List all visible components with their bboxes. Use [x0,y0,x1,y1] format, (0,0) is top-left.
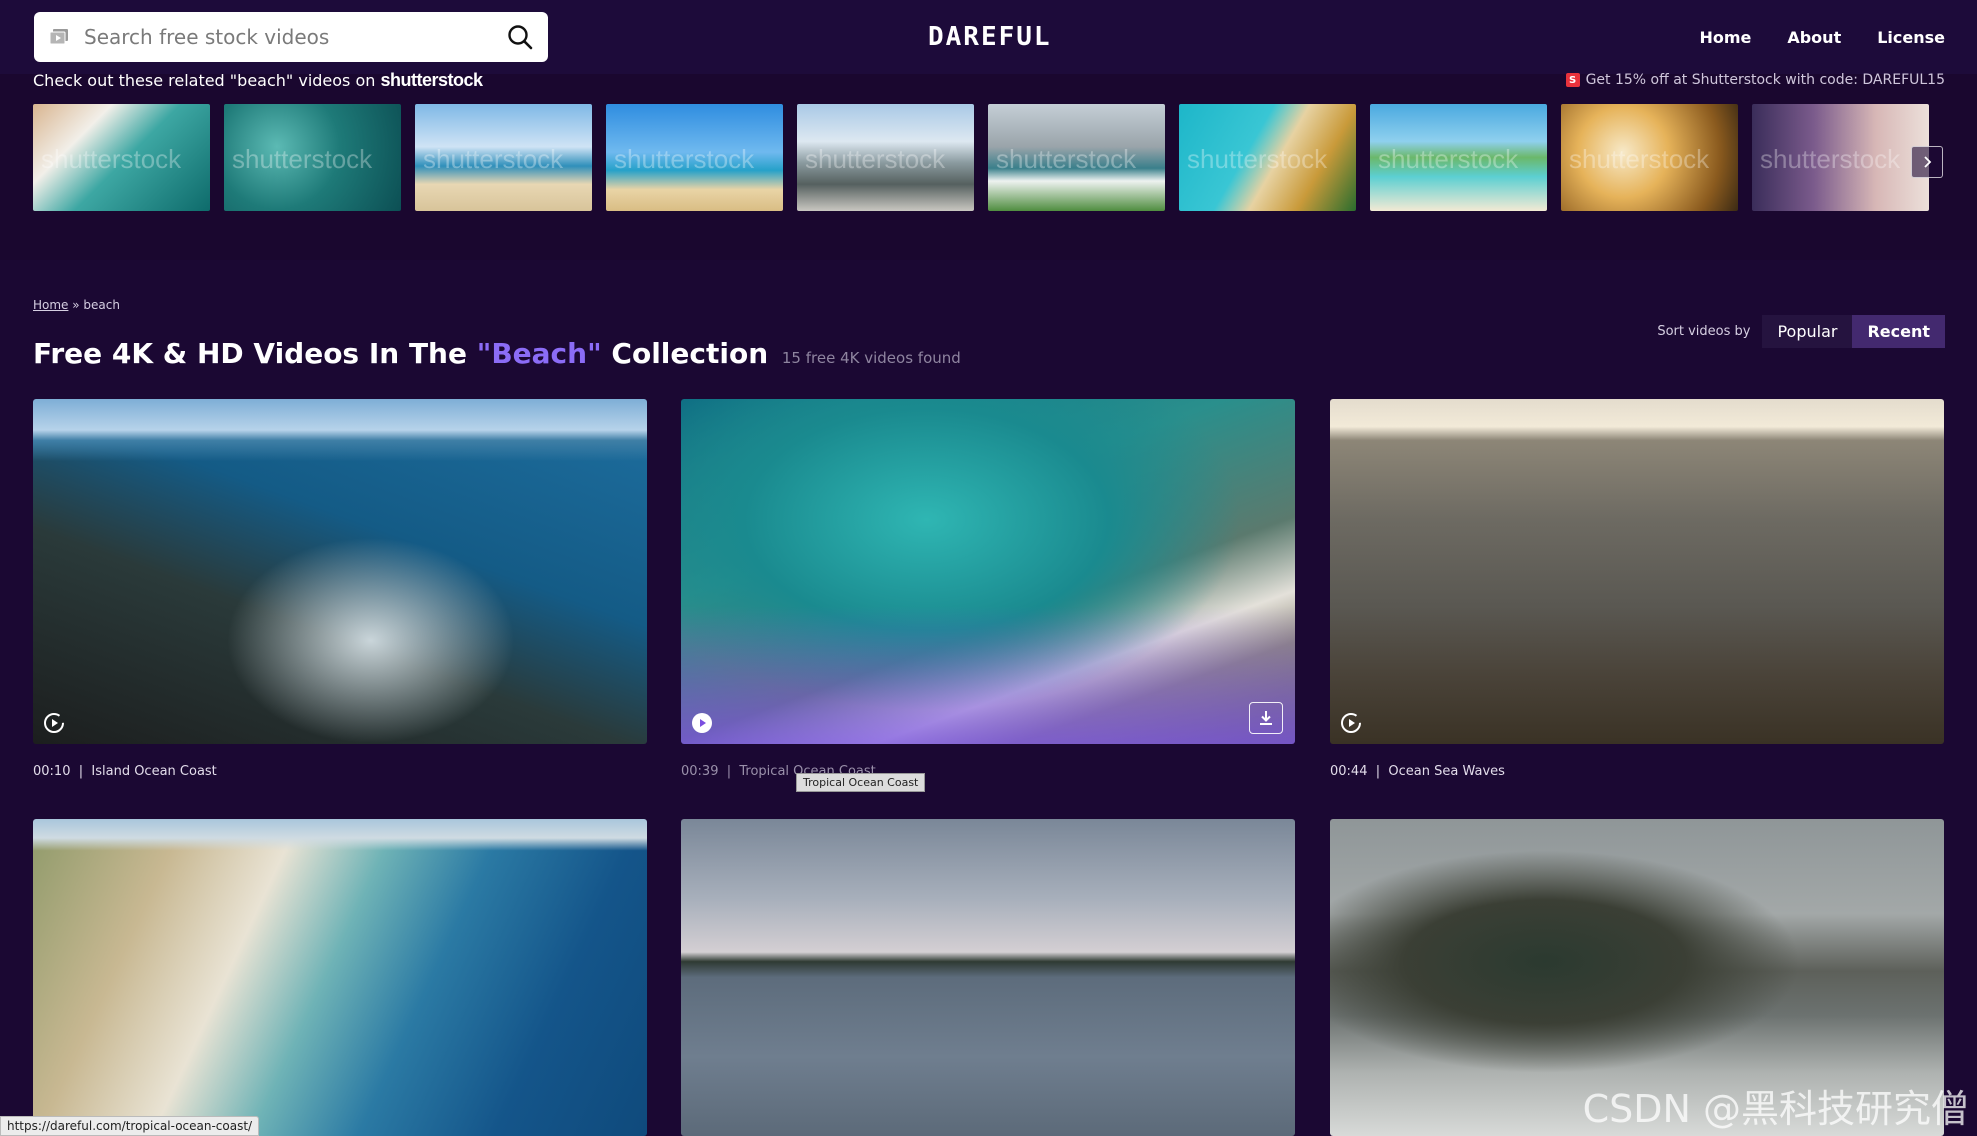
play-icon[interactable] [43,712,65,734]
search-bar[interactable] [34,12,548,62]
related-thumb[interactable]: shutterstock [1561,104,1738,211]
title-prefix: Free 4K & HD Videos In The [33,337,477,370]
video-card[interactable]: 00:10 | Island Ocean Coast [33,399,647,779]
thumb-watermark: shutterstock [232,144,373,174]
collection-name: "Beach" [476,337,602,370]
play-icon[interactable] [1340,712,1362,734]
related-thumb[interactable]: shutterstock [415,104,592,211]
related-thumb[interactable]: shutterstock [1370,104,1547,211]
related-thumb[interactable]: shutterstock [1179,104,1356,211]
chevron-right-icon [1924,156,1932,168]
promo-text: Get 15% off at Shutterstock with code: D… [1585,72,1945,88]
related-thumb[interactable]: shutterstock [988,104,1165,211]
main-nav: Home About License [1699,28,1945,47]
nav-home[interactable]: Home [1699,28,1751,47]
video-duration: 00:39 [681,764,719,779]
related-thumb[interactable]: shutterstock [1752,104,1929,211]
shutterstock-brand[interactable]: shutterstock [380,70,483,90]
breadcrumb-current: beach [83,298,120,312]
video-duration: 00:44 [1330,764,1368,779]
breadcrumb-home[interactable]: Home [33,298,68,312]
related-thumb[interactable]: shutterstock [606,104,783,211]
related-thumb[interactable]: shutterstock [797,104,974,211]
breadcrumb: Home » beach [33,298,120,312]
video-meta: 00:44 | Ocean Sea Waves [1330,764,1505,779]
video-card[interactable]: 00:44 | Ocean Sea Waves [1330,399,1944,779]
video-thumbnail[interactable] [33,399,647,744]
thumb-watermark: shutterstock [423,144,564,174]
sort-popular-button[interactable]: Popular [1762,315,1853,348]
thumb-watermark: shutterstock [1378,144,1519,174]
related-thumb[interactable]: shutterstock [224,104,401,211]
page-title: Free 4K & HD Videos In The "Beach" Colle… [33,337,961,370]
video-title[interactable]: Island Ocean Coast [91,764,216,779]
search-icon[interactable] [506,23,534,51]
shutterstock-icon: S [1565,73,1580,87]
thumb-watermark: shutterstock [1187,144,1328,174]
breadcrumb-separator: » [68,298,84,312]
sort-control: Sort videos by Popular Recent [1657,315,1945,348]
download-icon [1260,711,1272,725]
video-thumbnail[interactable] [33,819,647,1136]
sort-label: Sort videos by [1657,324,1751,339]
nav-about[interactable]: About [1787,28,1841,47]
thumb-watermark: shutterstock [614,144,755,174]
thumb-watermark: shutterstock [1569,144,1710,174]
video-duration: 00:10 [33,764,71,779]
video-title[interactable]: Ocean Sea Waves [1388,764,1505,779]
related-heading-text: Check out these related "beach" videos o… [33,71,381,90]
video-card[interactable] [33,819,647,1136]
site-header: DAREFUL Home About License [0,0,1977,74]
thumb-watermark: shutterstock [996,144,1137,174]
site-logo[interactable]: DAREFUL [928,22,1052,52]
video-card[interactable]: 00:39 | Tropical Ocean Coast [681,399,1295,779]
search-input[interactable] [82,24,506,50]
nav-license[interactable]: License [1877,28,1945,47]
video-thumbnail[interactable] [681,399,1295,744]
video-thumbnail[interactable] [1330,399,1944,744]
strip-next-button[interactable] [1911,146,1943,178]
related-thumbnails: shutterstock shutterstock shutterstock s… [33,104,1943,211]
thumb-watermark: shutterstock [1760,144,1901,174]
title-suffix: Collection [601,337,769,370]
screen-watermark: CSDN @黑科技研究僧 [1582,1087,1969,1131]
related-heading: Check out these related "beach" videos o… [33,70,483,91]
title-tooltip: Tropical Ocean Coast [796,773,926,792]
download-button[interactable] [1249,702,1283,734]
video-library-icon [48,28,70,46]
promo-banner[interactable]: S Get 15% off at Shutterstock with code:… [1565,72,1945,88]
result-count: 15 free 4K videos found [781,349,961,367]
video-thumbnail[interactable] [681,819,1295,1136]
thumb-watermark: shutterstock [805,144,946,174]
thumb-watermark: shutterstock [41,144,182,174]
video-card[interactable] [681,819,1295,1136]
play-icon[interactable] [691,712,713,734]
related-thumb[interactable]: shutterstock [33,104,210,211]
status-bar-url: https://dareful.com/tropical-ocean-coast… [0,1116,260,1136]
sort-recent-button[interactable]: Recent [1852,315,1945,348]
video-meta: 00:10 | Island Ocean Coast [33,764,217,779]
